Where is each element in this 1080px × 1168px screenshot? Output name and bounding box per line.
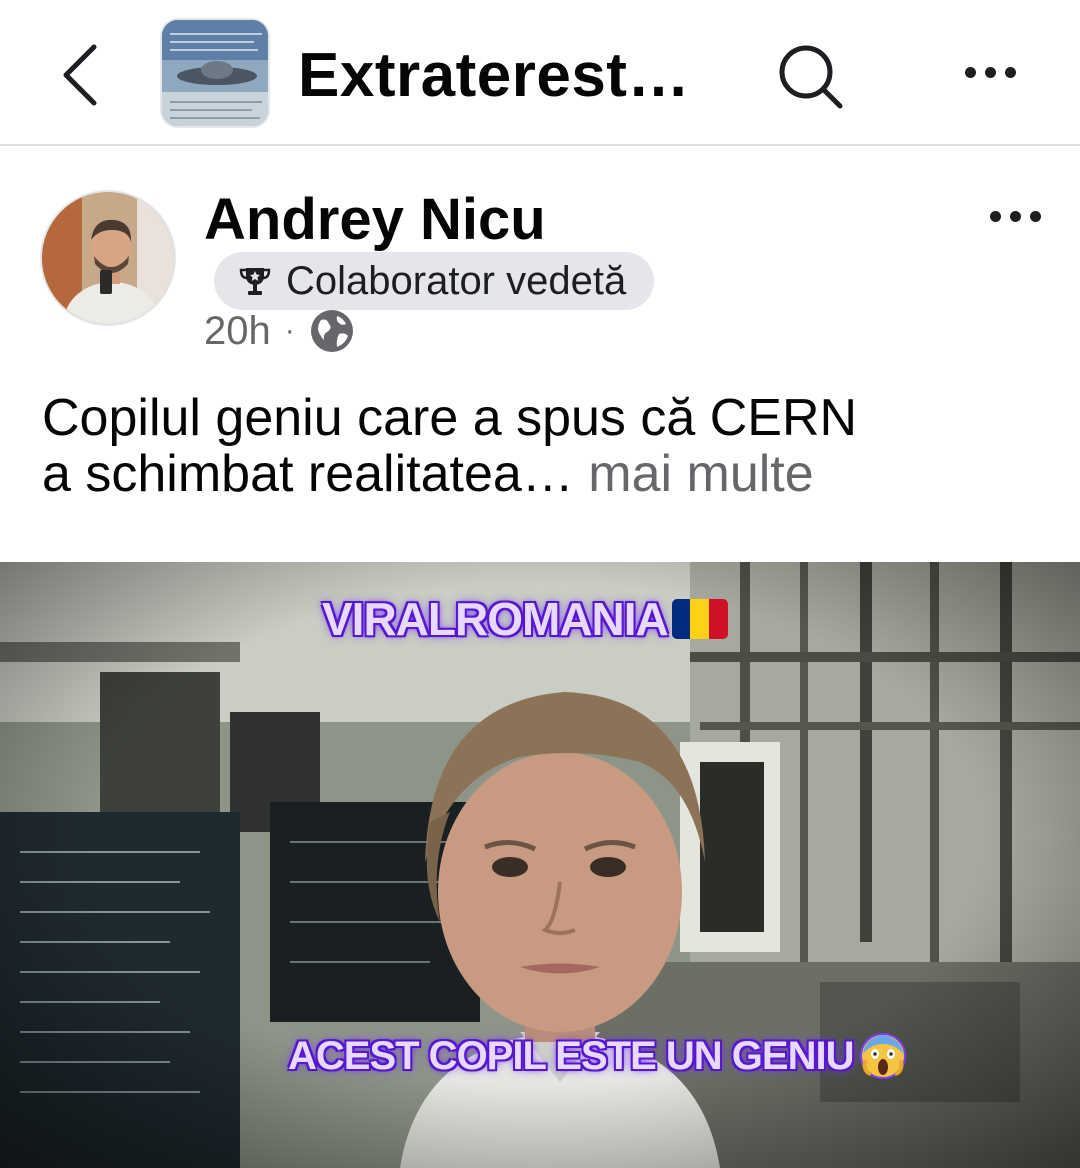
flag-stripe-red (709, 599, 728, 639)
face-screaming-icon (860, 1033, 907, 1079)
more-dot (1009, 210, 1021, 222)
overlay-bottom-text: ACEST COPIL ESTE UN GENIU (288, 1033, 854, 1078)
post-text: Copilul geniu care a spus că CERN a schi… (42, 390, 1042, 502)
post-author-name[interactable]: Andrey Nicu (204, 186, 546, 253)
top-navigation-bar: Extraterest… (0, 0, 1080, 146)
group-title[interactable]: Extraterest… (298, 40, 690, 111)
top-contributor-badge[interactable]: Colaborator vedetă (214, 252, 655, 310)
flag-stripe-blue (671, 599, 691, 639)
post-text-line-2-content: a schimbat realitatea… (42, 445, 574, 503)
more-horizontal-icon (989, 210, 1001, 222)
chevron-left-icon (63, 44, 97, 106)
trophy-icon (239, 268, 271, 295)
person-photo (42, 192, 174, 324)
post-video-thumbnail[interactable]: VIRALROMANIA ACEST COPIL ESTE UN GENIU (0, 562, 1080, 1168)
post-text-line-2: a schimbat realitatea… mai multe (42, 446, 1042, 502)
post-meta: 20h · (204, 306, 355, 356)
overlay-top-text: VIRALROMANIA (322, 593, 669, 645)
search-icon (779, 45, 843, 109)
group-more-options-button[interactable] (950, 50, 1030, 94)
more-dot (1004, 66, 1016, 78)
post-more-options-button[interactable] (975, 196, 1055, 236)
video-overlay-caption-bottom: ACEST COPIL ESTE UN GENIU (288, 1032, 907, 1080)
badge-label: Colaborator vedetă (286, 258, 627, 303)
flag-stripe-yellow (690, 599, 710, 639)
post-timestamp[interactable]: 20h (204, 309, 271, 354)
meta-separator: · (284, 314, 295, 347)
video-overlay-caption-top: VIRALROMANIA (322, 592, 728, 646)
more-horizontal-icon (964, 66, 976, 78)
author-avatar[interactable] (40, 190, 176, 326)
romania-flag-icon (671, 599, 728, 639)
see-more-link[interactable]: mai multe (588, 445, 813, 503)
more-dot (984, 66, 996, 78)
back-button[interactable] (50, 40, 110, 110)
globe-icon[interactable] (309, 308, 355, 354)
more-dot (1029, 210, 1041, 222)
ufo-image-icon (162, 20, 268, 126)
search-button[interactable] (770, 36, 850, 116)
group-cover-thumbnail[interactable] (160, 18, 270, 128)
